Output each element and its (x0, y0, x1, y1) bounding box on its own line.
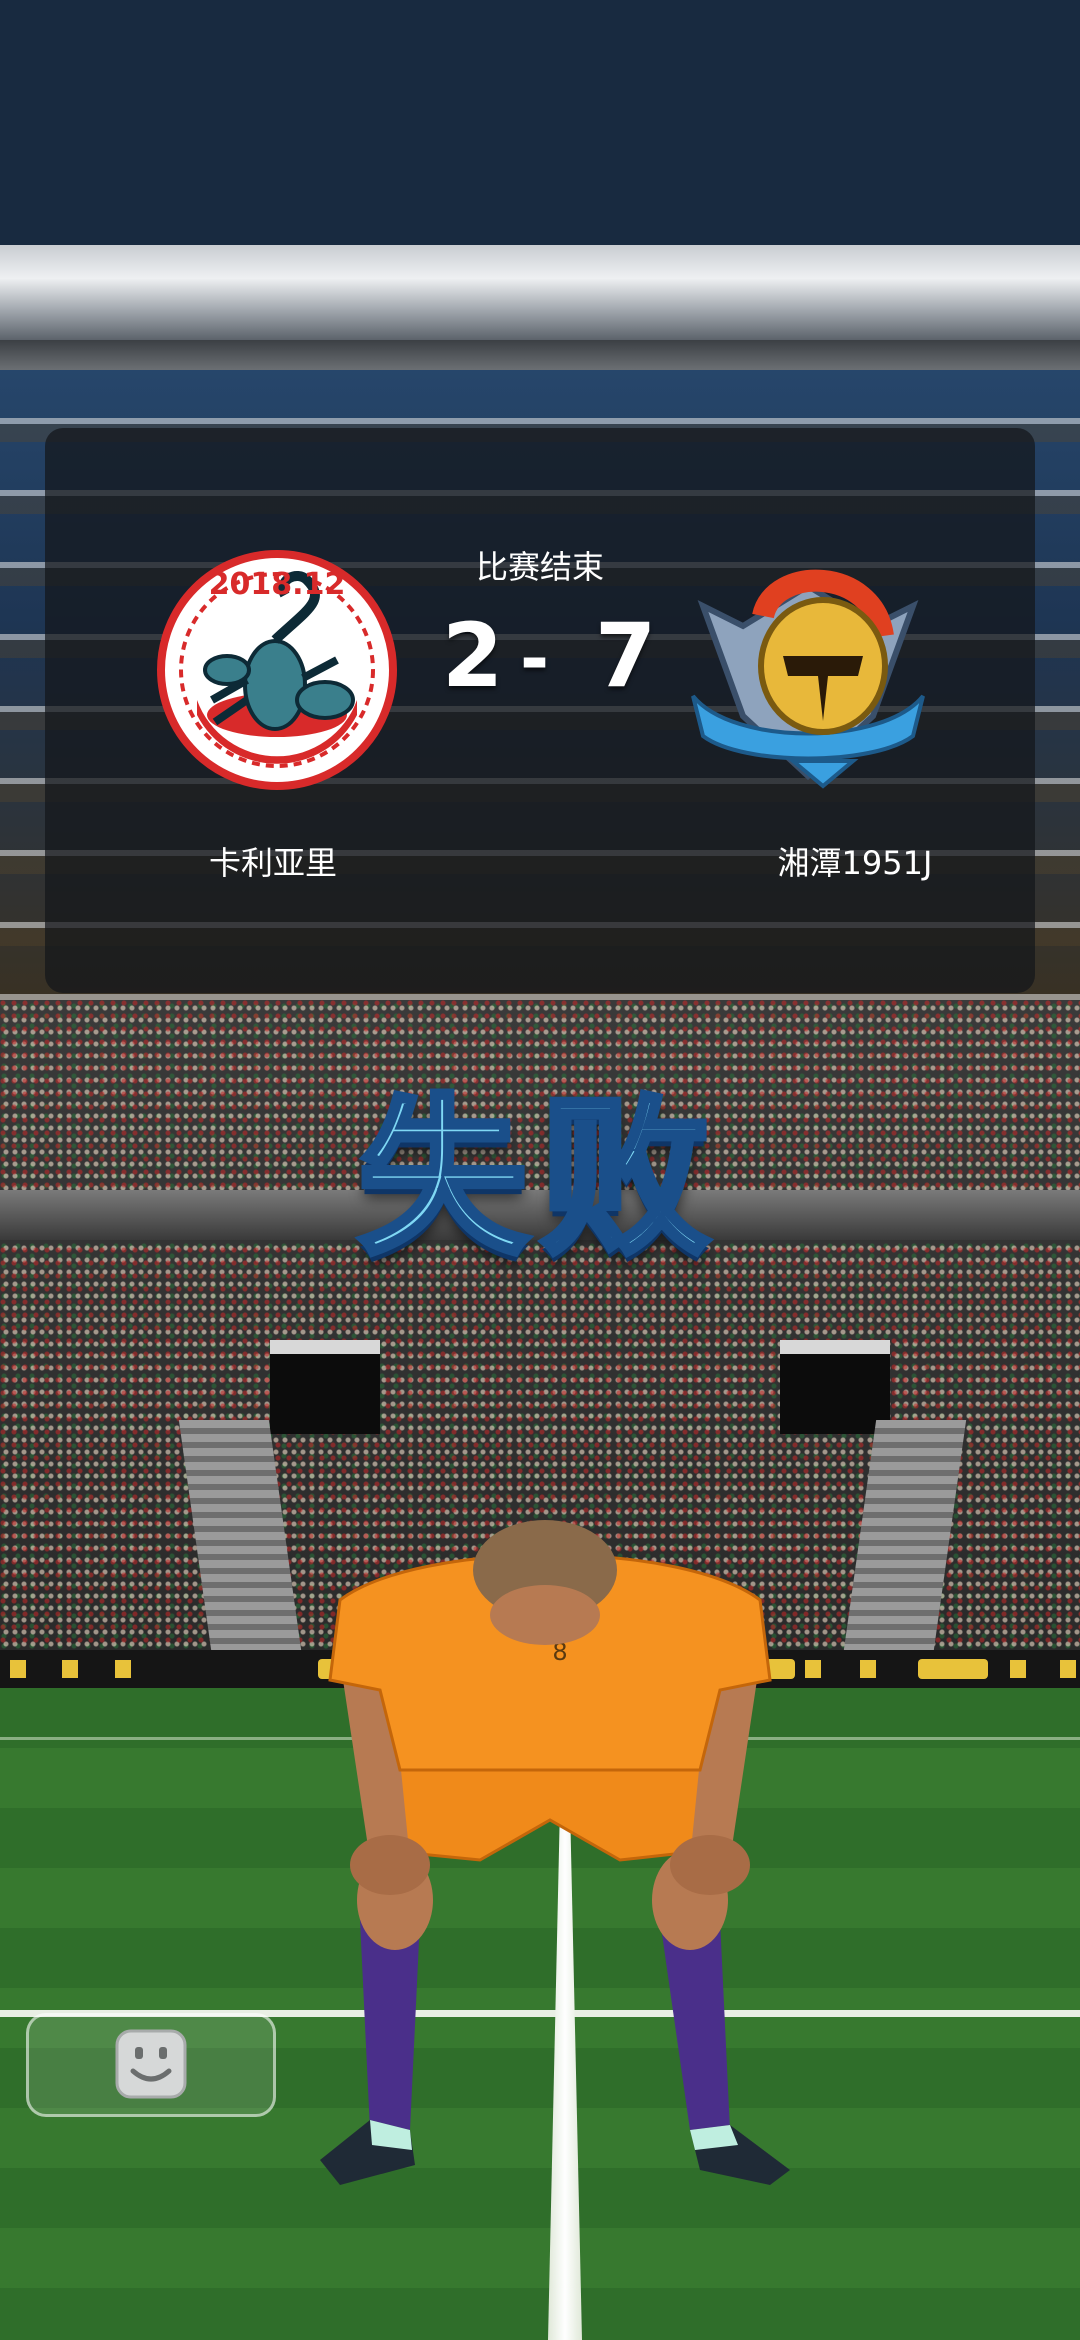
scorpion-icon: 2018.12 (157, 550, 397, 790)
defeat-banner: 失败 (355, 1077, 722, 1281)
smiley-face-icon[interactable] (115, 2029, 187, 2099)
stadium-tunnel (780, 1340, 890, 1434)
golden-helmet-icon (691, 569, 925, 789)
score-separator: - (520, 618, 550, 700)
player-figure: 8 (320, 1520, 790, 2185)
away-team-name: 湘潭1951J (777, 844, 933, 882)
match-result-panel: 比赛结束 2018.12 2 - 7 卡利亚里 湘潭1951J (45, 428, 1035, 993)
chat-button[interactable] (26, 2013, 276, 2117)
stadium-tunnel (270, 1340, 380, 1434)
away-score: 7 (595, 604, 657, 707)
home-team-name: 卡利亚里 (208, 844, 337, 882)
home-crest-text: 2018.12 (209, 567, 346, 602)
home-score: 2 (442, 604, 504, 707)
stadium-roof-beam (0, 245, 1080, 340)
sky-backdrop (0, 0, 1080, 245)
stadium-roof-underside (0, 340, 1080, 370)
